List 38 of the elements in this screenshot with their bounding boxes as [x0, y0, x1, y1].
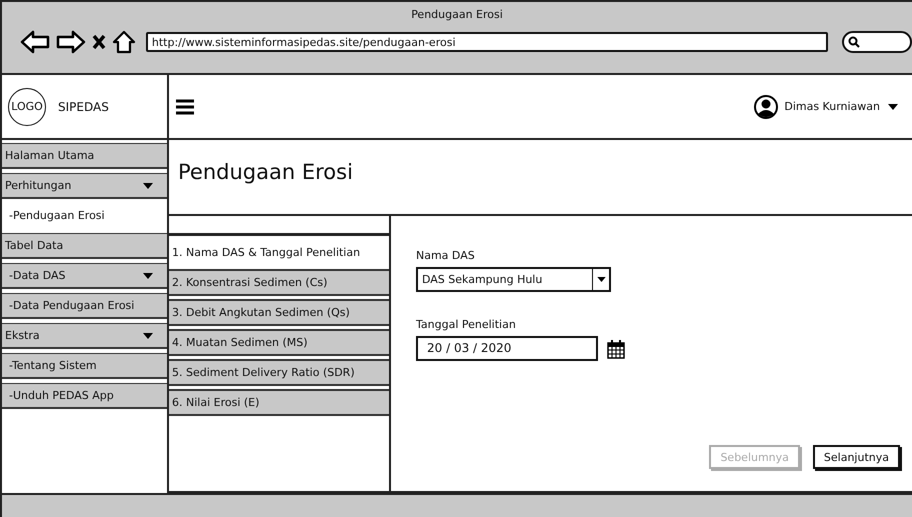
sidebar-item[interactable]: Ekstra	[2, 323, 167, 349]
search-icon	[848, 36, 860, 48]
logo: LOGO	[8, 88, 46, 126]
caret-icon	[143, 272, 153, 278]
step-tab[interactable]: 2. Konsentrasi Sedimen (Cs)	[169, 269, 389, 296]
page-title: Pendugaan Erosi	[177, 159, 354, 186]
address-bar[interactable]: http://www.sisteminformasipedas.site/pendugaan-erosi	[146, 32, 828, 52]
sidebar-item[interactable]: -Data Pendugaan Erosi	[2, 293, 167, 319]
close-icon[interactable]	[92, 34, 106, 50]
sidebar-item[interactable]: -Data DAS	[2, 263, 167, 289]
sidebar-item[interactable]: Perhitungan	[2, 173, 167, 199]
home-icon[interactable]	[112, 30, 136, 54]
step-tab[interactable]: 3. Debit Angkutan Sedimen (Qs)	[169, 299, 389, 326]
caret-icon	[596, 277, 606, 282]
caret-icon	[143, 182, 153, 188]
window-title: Pendugaan Erosi	[410, 7, 504, 23]
step-tab[interactable]: 5. Sediment Delivery Ratio (SDR)	[169, 359, 389, 386]
back-icon[interactable]	[20, 30, 50, 54]
field-label: Tanggal Penelitian	[416, 318, 517, 331]
sidebar-item[interactable]: Halaman Utama	[2, 143, 167, 169]
step-tab[interactable]: 4. Muatan Sedimen (MS)	[169, 329, 389, 356]
sidebar-item[interactable]: -Unduh PEDAS App	[2, 383, 167, 409]
calendar-icon[interactable]	[607, 338, 625, 358]
das-dropdown[interactable]: DAS Sekampung Hulu	[416, 267, 611, 292]
nav-button[interactable]: Selanjutnya	[812, 445, 900, 469]
menu-icon[interactable]	[175, 98, 195, 116]
caret-icon[interactable]	[888, 104, 898, 110]
sidebar-item[interactable]: -Tentang Sistem	[2, 353, 167, 379]
forward-icon[interactable]	[56, 30, 86, 54]
step-tab[interactable]: 6. Nilai Erosi (E)	[169, 389, 389, 416]
search-field[interactable]	[842, 31, 912, 53]
user-avatar-icon[interactable]	[754, 94, 778, 118]
field-label: Nama DAS	[416, 249, 476, 262]
sidebar-item[interactable]: Tabel Data	[2, 233, 167, 259]
caret-icon	[143, 332, 153, 338]
app-name: SIPEDAS	[58, 100, 109, 114]
date-field[interactable]: 20 / 03 / 2020	[416, 336, 598, 361]
user-name[interactable]: Dimas Kurniawan	[784, 100, 880, 113]
